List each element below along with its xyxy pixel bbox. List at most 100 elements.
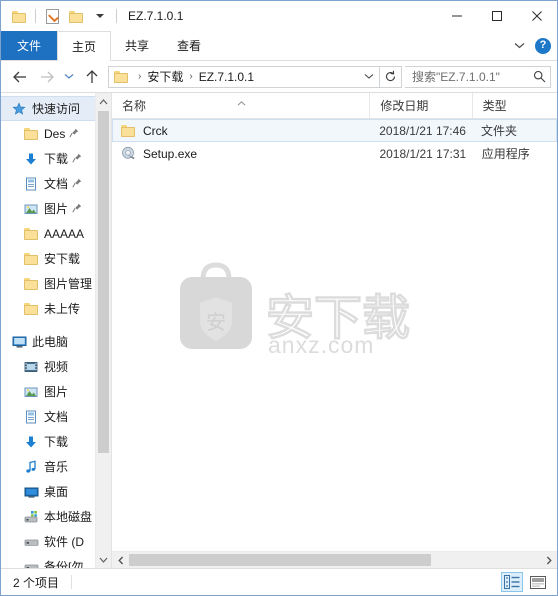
properties-icon: [45, 8, 59, 24]
file-name-cell: Crck: [113, 123, 369, 139]
scroll-left-button[interactable]: [112, 552, 129, 568]
sidebar-item-backup[interactable]: 备份[勿: [1, 554, 97, 568]
sidebar-item-anxiazai[interactable]: 安下载: [1, 246, 97, 271]
sidebar-item-pictures[interactable]: 图片: [1, 196, 97, 221]
pin-icon: [72, 152, 82, 166]
qat-customize-button[interactable]: [89, 5, 111, 27]
scroll-right-button[interactable]: [540, 552, 557, 568]
sidebar-item-music[interactable]: 音乐: [1, 454, 97, 479]
table-row[interactable]: Setup.exe 2018/1/21 17:31 应用程序: [112, 142, 557, 165]
sidebar-item-label: Des: [44, 126, 66, 141]
folder-icon: [120, 123, 136, 139]
sidebar-item-drive-d[interactable]: 软件 (D: [1, 529, 97, 554]
sidebar-scroll-up-button[interactable]: [96, 93, 111, 110]
sidebar-item-aaaaa[interactable]: AAAAA: [1, 221, 97, 246]
minimize-button[interactable]: [437, 1, 477, 31]
search-icon[interactable]: [528, 70, 550, 83]
watermark-logo: 安 安下载 anxz.com: [170, 249, 411, 358]
sidebar-item-downloads[interactable]: 下载: [1, 146, 97, 171]
sidebar-item-videos[interactable]: 视频: [1, 354, 97, 379]
file-date-cell: 2018/1/21 17:46: [379, 123, 466, 138]
chevron-left-icon: [117, 556, 123, 564]
scroll-thumb[interactable]: [129, 554, 431, 566]
sidebar-item-quick-access[interactable]: 快速访问: [1, 96, 97, 121]
qat-new-folder-button[interactable]: [65, 5, 87, 27]
document-icon: [23, 409, 39, 425]
sidebar-item-des[interactable]: Des: [1, 121, 97, 146]
up-button[interactable]: [79, 65, 105, 89]
tab-home[interactable]: 主页: [57, 31, 112, 61]
navigation-pane: 快速访问 Des 下载 文档 图片 AAAAA 安下载 图片管理 未上传 此电脑…: [1, 93, 112, 568]
file-date-cell: 2018/1/21 17:31: [379, 146, 467, 161]
table-row[interactable]: Crck 2018/1/21 17:46 文件夹: [112, 119, 557, 142]
close-button[interactable]: [517, 1, 557, 31]
sidebar-item-this-pc[interactable]: 此电脑: [1, 329, 97, 354]
refresh-icon: [385, 70, 396, 82]
recent-locations-button[interactable]: [59, 65, 79, 89]
qat-divider: [35, 9, 36, 23]
search-placeholder: 搜索"EZ.7.1.0.1": [412, 70, 500, 84]
search-input[interactable]: 搜索"EZ.7.1.0.1": [405, 65, 551, 88]
column-header-name[interactable]: 名称: [112, 93, 369, 118]
maximize-button[interactable]: [477, 1, 517, 31]
window-title: EZ.7.1.0.1: [128, 9, 184, 23]
breadcrumb-item-1[interactable]: EZ.7.1.0.1: [198, 70, 255, 84]
sidebar-item-not-uploaded[interactable]: 未上传: [1, 296, 97, 321]
breadcrumb[interactable]: › 安下载 › EZ.7.1.0.1: [108, 65, 380, 88]
scroll-track[interactable]: [129, 552, 540, 568]
folder-icon: [114, 70, 129, 83]
back-button[interactable]: [7, 65, 33, 89]
details-view-button[interactable]: [501, 572, 523, 592]
column-header-row: 名称 修改日期 类型: [112, 93, 557, 119]
qat-properties-folder-button[interactable]: [8, 5, 30, 27]
up-arrow-icon: [86, 69, 98, 83]
sidebar-scroll-down-button[interactable]: [96, 551, 111, 568]
tab-share[interactable]: 共享: [111, 31, 163, 60]
folder-icon: [68, 10, 84, 23]
chevron-down-icon: [96, 14, 104, 18]
explorer-body: 快速访问 Des 下载 文档 图片 AAAAA 安下载 图片管理 未上传 此电脑…: [1, 92, 557, 568]
ribbon-right-controls: ?: [511, 31, 551, 60]
file-name-label: Setup.exe: [143, 146, 198, 161]
sidebar-item-label: 本地磁盘: [44, 510, 93, 524]
minimize-icon: [452, 15, 462, 17]
sidebar-item-label: 下载: [44, 152, 69, 166]
qat-properties-button[interactable]: [41, 5, 63, 27]
sidebar-item-label: 图片: [44, 385, 69, 399]
sidebar-item-label: 安下载: [44, 252, 81, 266]
large-icons-view-button[interactable]: [527, 572, 549, 592]
svg-text:anxz.com: anxz.com: [268, 332, 374, 354]
breadcrumb-item-0[interactable]: 安下载: [146, 68, 184, 85]
video-icon: [23, 359, 39, 375]
sidebar-item-downloads-pc[interactable]: 下载: [1, 429, 97, 454]
address-bar: › 安下载 › EZ.7.1.0.1 搜索"EZ.7.1.0.1": [1, 61, 557, 92]
minimize-ribbon-button[interactable]: [511, 38, 527, 54]
sidebar-item-picture-manage[interactable]: 图片管理: [1, 271, 97, 296]
sidebar-scrollbar[interactable]: [95, 93, 111, 568]
sidebar-item-label: 下载: [44, 435, 69, 449]
help-button[interactable]: ?: [535, 37, 551, 54]
sidebar-item-desktop[interactable]: 桌面: [1, 479, 97, 504]
folder-icon: [23, 276, 39, 292]
file-explorer-window: EZ.7.1.0.1 文件 主页 共享 查看 ? › 安下载 › EZ.7.1.…: [0, 0, 558, 596]
chevron-up-icon: [99, 98, 108, 104]
sidebar-scroll-thumb[interactable]: [98, 111, 109, 453]
sidebar-item-label: 图片: [44, 202, 69, 216]
forward-button[interactable]: [33, 65, 59, 89]
sidebar-item-label: 文档: [44, 177, 69, 191]
address-dropdown-button[interactable]: [359, 73, 379, 80]
column-header-type[interactable]: 类型: [471, 93, 557, 118]
refresh-button[interactable]: [380, 65, 402, 88]
sidebar-item-local-disk[interactable]: 本地磁盘: [1, 504, 97, 529]
tab-view[interactable]: 查看: [163, 31, 215, 60]
column-header-date-modified[interactable]: 修改日期: [369, 93, 471, 118]
sidebar-item-documents[interactable]: 文档: [1, 171, 97, 196]
file-list-horizontal-scrollbar[interactable]: [112, 551, 557, 568]
breadcrumb-separator: ›: [138, 70, 142, 82]
sidebar-item-documents-pc[interactable]: 文档: [1, 404, 97, 429]
quick-access-toolbar: [1, 5, 120, 27]
tab-file[interactable]: 文件: [1, 31, 58, 60]
sidebar-item-label: 文档: [44, 410, 69, 424]
sidebar-item-pictures-pc[interactable]: 图片: [1, 379, 97, 404]
